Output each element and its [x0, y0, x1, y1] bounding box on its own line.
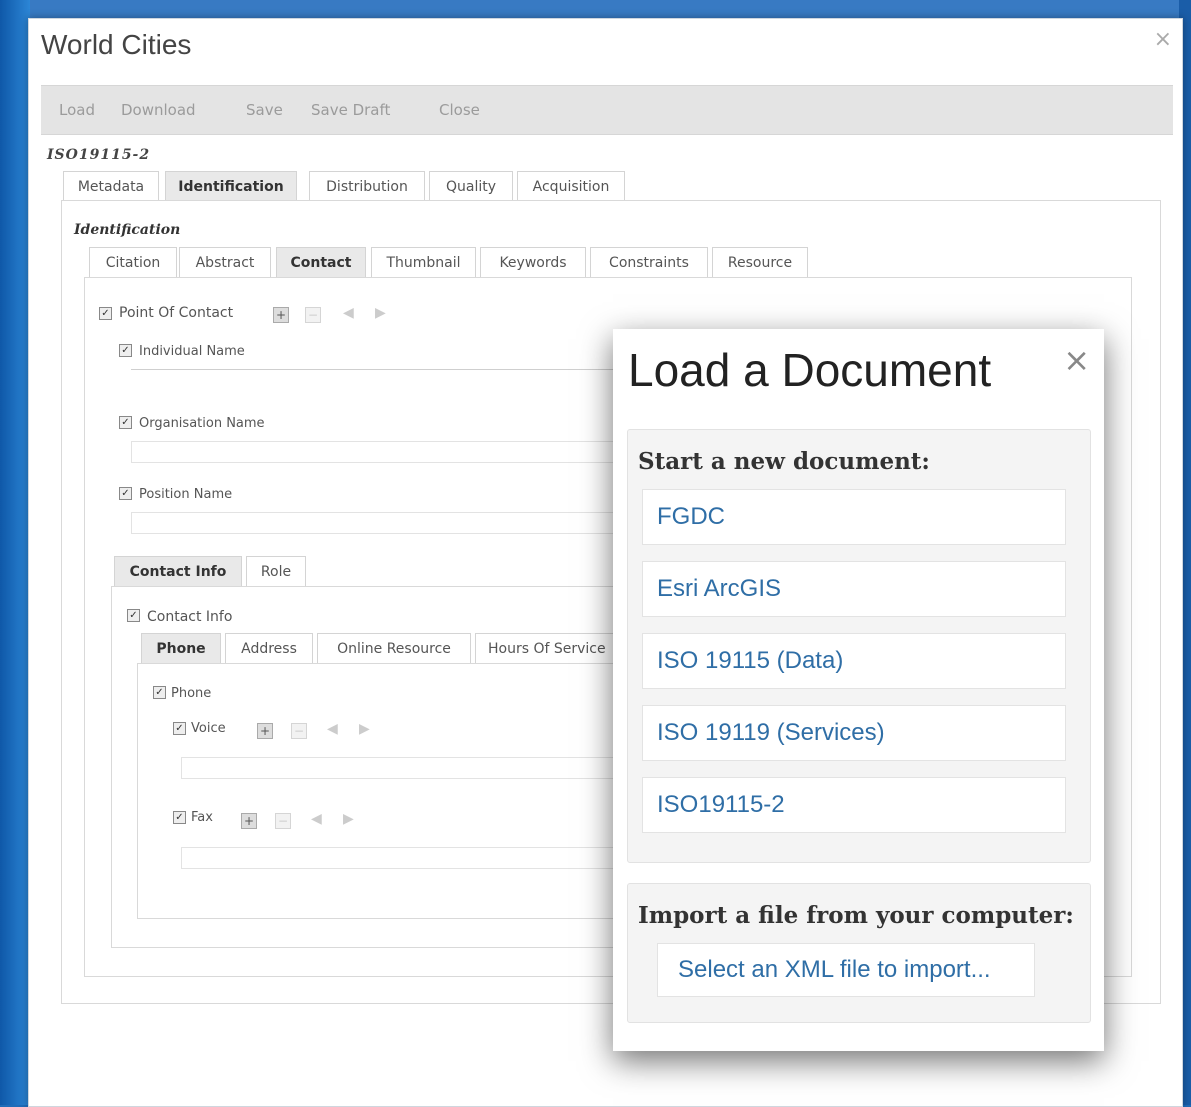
next-arrow-icon[interactable]: ▶ — [375, 305, 386, 321]
add-icon[interactable]: + — [273, 307, 289, 323]
voice-checkbox[interactable]: ✓ — [173, 722, 186, 735]
tab-keywords[interactable]: Keywords — [480, 247, 586, 277]
organisation-name-input[interactable] — [131, 441, 631, 463]
identification-group-label: Identification — [74, 222, 181, 238]
dialog-close-icon[interactable]: × — [1063, 341, 1090, 379]
organisation-name-label: Organisation Name — [139, 416, 265, 431]
contact-info-checkbox[interactable]: ✓ — [127, 609, 140, 622]
remove-icon[interactable]: − — [305, 307, 321, 323]
standard-label: ISO19115-2 — [47, 147, 151, 163]
contact-info-label: Contact Info — [147, 609, 233, 625]
option-esri-arcgis[interactable]: Esri ArcGIS — [642, 561, 1066, 617]
tab-contact[interactable]: Contact — [276, 247, 366, 277]
voice-label: Voice — [191, 721, 226, 736]
individual-name-checkbox[interactable]: ✓ — [119, 344, 132, 357]
option-iso19115-2[interactable]: ISO19115-2 — [642, 777, 1066, 833]
tab-identification[interactable]: Identification — [165, 171, 297, 201]
tab-constraints[interactable]: Constraints — [590, 247, 708, 277]
position-name-input[interactable] — [131, 512, 631, 534]
fax-label: Fax — [191, 810, 213, 825]
tab-contact-info[interactable]: Contact Info — [114, 556, 242, 586]
phone-checkbox[interactable]: ✓ — [153, 686, 166, 699]
voice-previous-icon[interactable]: ◀ — [327, 721, 338, 737]
option-iso-19119-services[interactable]: ISO 19119 (Services) — [642, 705, 1066, 761]
voice-remove-icon[interactable]: − — [291, 723, 307, 739]
voice-next-icon[interactable]: ▶ — [359, 721, 370, 737]
fax-add-icon[interactable]: + — [241, 813, 257, 829]
tab-address[interactable]: Address — [225, 633, 313, 663]
window-title: World Cities — [41, 29, 192, 60]
tab-resource[interactable]: Resource — [712, 247, 808, 277]
tab-quality[interactable]: Quality — [429, 171, 513, 201]
position-name-checkbox[interactable]: ✓ — [119, 487, 132, 500]
tab-hours-of-service[interactable]: Hours Of Service — [475, 633, 615, 663]
tab-distribution[interactable]: Distribution — [309, 171, 425, 201]
fax-input[interactable] — [181, 847, 631, 869]
option-fgdc[interactable]: FGDC — [642, 489, 1066, 545]
tab-acquisition[interactable]: Acquisition — [517, 171, 625, 201]
save-draft-button[interactable]: Save Draft — [311, 101, 390, 119]
organisation-name-checkbox[interactable]: ✓ — [119, 416, 132, 429]
fax-checkbox[interactable]: ✓ — [173, 811, 186, 824]
tab-phone[interactable]: Phone — [141, 633, 221, 663]
dialog-title: Load a Document — [628, 344, 992, 396]
window-close-icon[interactable]: × — [1154, 27, 1172, 52]
load-document-dialog: Load a Document × Start a new document: … — [613, 329, 1104, 1051]
select-xml-file-button[interactable]: Select an XML file to import... — [657, 943, 1035, 997]
close-button[interactable]: Close — [439, 101, 480, 119]
tab-citation[interactable]: Citation — [89, 247, 177, 277]
fax-previous-icon[interactable]: ◀ — [311, 811, 322, 827]
new-document-title: Start a new document: — [638, 448, 930, 475]
tab-role[interactable]: Role — [246, 556, 306, 586]
individual-name-input[interactable] — [131, 369, 631, 370]
tab-metadata[interactable]: Metadata — [63, 171, 159, 201]
point-of-contact-label: Point Of Contact — [119, 305, 234, 321]
individual-name-label: Individual Name — [139, 344, 245, 359]
point-of-contact-checkbox[interactable]: ✓ — [99, 307, 112, 320]
load-button[interactable]: Load — [59, 101, 95, 119]
option-iso-19115-data[interactable]: ISO 19115 (Data) — [642, 633, 1066, 689]
tab-abstract[interactable]: Abstract — [179, 247, 271, 277]
phone-panel — [137, 663, 647, 919]
phone-label: Phone — [171, 686, 212, 701]
fax-remove-icon[interactable]: − — [275, 813, 291, 829]
download-button[interactable]: Download — [121, 101, 196, 119]
import-title: Import a file from your computer: — [638, 902, 1074, 929]
editor-toolbar: Load Download Save Save Draft Close — [41, 85, 1173, 135]
save-button[interactable]: Save — [246, 101, 283, 119]
background-map-left — [0, 0, 30, 1105]
voice-input[interactable] — [181, 757, 631, 779]
tab-online-resource[interactable]: Online Resource — [317, 633, 471, 663]
previous-arrow-icon[interactable]: ◀ — [343, 305, 354, 321]
voice-add-icon[interactable]: + — [257, 723, 273, 739]
tab-thumbnail[interactable]: Thumbnail — [371, 247, 476, 277]
fax-next-icon[interactable]: ▶ — [343, 811, 354, 827]
position-name-label: Position Name — [139, 487, 233, 502]
